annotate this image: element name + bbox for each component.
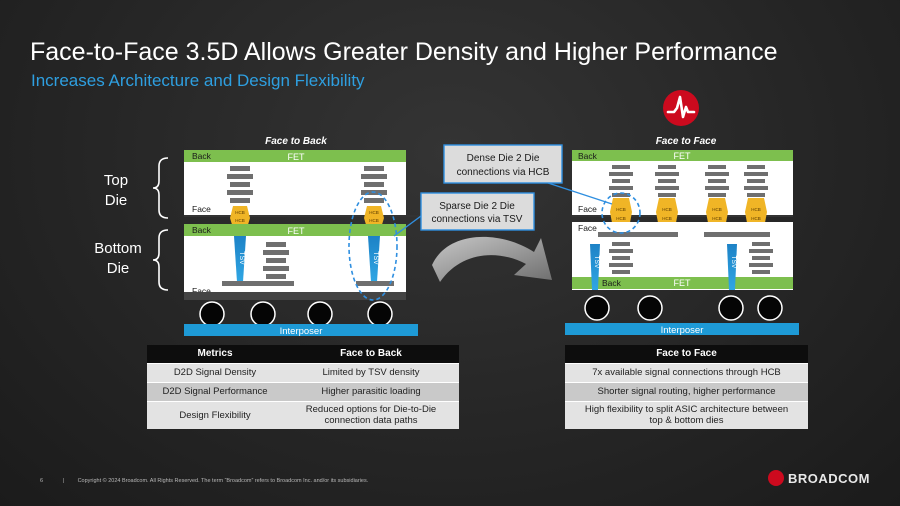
stacking-diagram: Face to Back Back FET Face HCB HCB HCB H… bbox=[94, 136, 799, 337]
ff-hcb-label-1b: HCB bbox=[616, 216, 626, 221]
top-die-brace bbox=[152, 157, 169, 219]
ff-tsv-label-left: TSV bbox=[593, 256, 600, 269]
face-to-back-metrics-table: Metrics Face to Back D2D Signal Density … bbox=[147, 345, 459, 429]
broadcom-footer-logo-icon bbox=[768, 470, 784, 486]
callout-sparse: Sparse Die 2 Die connections via TSV bbox=[393, 192, 535, 237]
hcb-label-left-upper: HCB bbox=[235, 210, 245, 215]
value-cell: Reduced options for Die-to-Die connectio… bbox=[283, 400, 459, 429]
bottom-die-label-line1: Bottom bbox=[94, 240, 142, 257]
metric-cell: Design Flexibility bbox=[147, 400, 283, 429]
value-cell: Shorter signal routing, higher performan… bbox=[565, 381, 808, 401]
brand-wordmark: BROADCOM bbox=[788, 470, 870, 486]
bottom-die-fet-label: FET bbox=[288, 226, 306, 236]
table-row: Design Flexibility Reduced options for D… bbox=[147, 400, 459, 429]
table-header-face-to-back: Face to Back bbox=[283, 345, 459, 363]
table-header-face-to-face: Face to Face bbox=[565, 345, 808, 363]
table-row: High flexibility to split ASIC architect… bbox=[565, 400, 808, 429]
hcb-label-right-upper: HCB bbox=[369, 210, 379, 215]
ff-bottom-die-routing-right bbox=[704, 232, 770, 237]
ff-hcb-label-3a: HCB bbox=[712, 207, 722, 212]
table-header-metrics: Metrics bbox=[147, 345, 283, 363]
ff-hcb-label-4b: HCB bbox=[751, 216, 761, 221]
face-to-face-diagram: Face to Face Back FET Face HCB HCB HCB H… bbox=[565, 136, 799, 336]
ff-top-die-back-label: Back bbox=[578, 151, 598, 161]
metric-cell: D2D Signal Performance bbox=[147, 381, 283, 401]
bottom-die-back-label: Back bbox=[192, 225, 212, 235]
footer-brand: BROADCOM bbox=[768, 467, 870, 489]
die-labels: Top Die Bottom Die bbox=[94, 157, 169, 291]
ff-bottom-die-routing-left bbox=[598, 232, 678, 237]
ff-face-label-lower: Face bbox=[578, 223, 597, 233]
footer: 6 | Copyright © 2024 Broadcom. All Right… bbox=[40, 478, 368, 484]
face-to-face-heading: Face to Face bbox=[656, 136, 717, 147]
callout-dense-line1: Dense Die 2 Die bbox=[467, 153, 540, 164]
value-line: connection data paths bbox=[324, 415, 418, 427]
value-line: High flexibility to split ASIC architect… bbox=[584, 404, 789, 416]
value-cell: High flexibility to split ASIC architect… bbox=[565, 400, 808, 429]
bottom-die-brace bbox=[152, 229, 169, 291]
bottom-die-face-layer bbox=[184, 292, 406, 300]
bottom-die-routing-right bbox=[356, 281, 394, 286]
face-to-back-heading: Face to Back bbox=[265, 136, 327, 147]
top-die-label-line2: Die bbox=[105, 192, 128, 209]
interposer-label-right: Interposer bbox=[661, 325, 704, 336]
ff-bottom-die-fet-label: FET bbox=[674, 278, 692, 288]
value-line: Reduced options for Die-to-Die bbox=[305, 404, 437, 416]
value-line: top & bottom dies bbox=[649, 415, 724, 427]
value-cell: Limited by TSV density bbox=[283, 362, 459, 382]
bump-row-right bbox=[584, 295, 783, 321]
top-die-fet-label: FET bbox=[288, 152, 306, 162]
callout-dense-line2: connections via HCB bbox=[457, 167, 550, 178]
copyright-text: Copyright © 2024 Broadcom. All Rights Re… bbox=[77, 478, 369, 484]
table-row: D2D Signal Density Limited by TSV densit… bbox=[147, 362, 459, 382]
ff-hcb-label-4a: HCB bbox=[751, 207, 761, 212]
table-row: D2D Signal Performance Higher parasitic … bbox=[147, 381, 459, 401]
hcb-label-left-lower: HCB bbox=[235, 218, 245, 223]
tsv-label-left: TSV bbox=[238, 251, 245, 265]
callout-sparse-line1: Sparse Die 2 Die bbox=[439, 201, 515, 212]
ff-hcb-label-2b: HCB bbox=[662, 216, 672, 221]
ff-hcb-label-2a: HCB bbox=[662, 207, 672, 212]
ff-top-die-fet-label: FET bbox=[674, 151, 692, 161]
metric-cell: D2D Signal Density bbox=[147, 362, 283, 382]
page-number: 6 bbox=[40, 478, 44, 484]
callout-sparse-line2: connections via TSV bbox=[432, 214, 523, 225]
ff-hcb-label-3b: HCB bbox=[712, 216, 722, 221]
ff-tsv-label-right: TSV bbox=[730, 256, 737, 269]
ff-bottom-die-back-label: Back bbox=[602, 278, 622, 288]
top-die-back-label: Back bbox=[192, 151, 212, 161]
top-die-face-label: Face bbox=[192, 204, 211, 214]
bump-row-left bbox=[199, 301, 393, 327]
bottom-die-routing-left bbox=[222, 281, 294, 286]
value-cell: Higher parasitic loading bbox=[283, 381, 459, 401]
transition-arrow-icon bbox=[432, 236, 552, 282]
face-to-face-metrics-table: Face to Face 7x available signal connect… bbox=[565, 345, 808, 429]
value-cell: 7x available signal connections through … bbox=[565, 362, 808, 382]
tsv-label-right: TSV bbox=[372, 251, 379, 265]
hcb-label-right-lower: HCB bbox=[369, 218, 379, 223]
slide: Face-to-Face 3.5D Allows Greater Density… bbox=[0, 0, 900, 506]
table-row: Shorter signal routing, higher performan… bbox=[565, 381, 808, 401]
footer-separator: | bbox=[62, 478, 65, 484]
top-die-label-line1: Top bbox=[104, 172, 128, 189]
ff-hcb-label-1a: HCB bbox=[616, 207, 626, 212]
interposer-label-left: Interposer bbox=[280, 326, 323, 337]
face-to-back-diagram: Face to Back Back FET Face HCB HCB HCB H… bbox=[184, 136, 424, 337]
bottom-die-label-line2: Die bbox=[107, 260, 130, 277]
ff-face-label-upper: Face bbox=[578, 204, 597, 214]
table-row: 7x available signal connections through … bbox=[565, 362, 808, 382]
